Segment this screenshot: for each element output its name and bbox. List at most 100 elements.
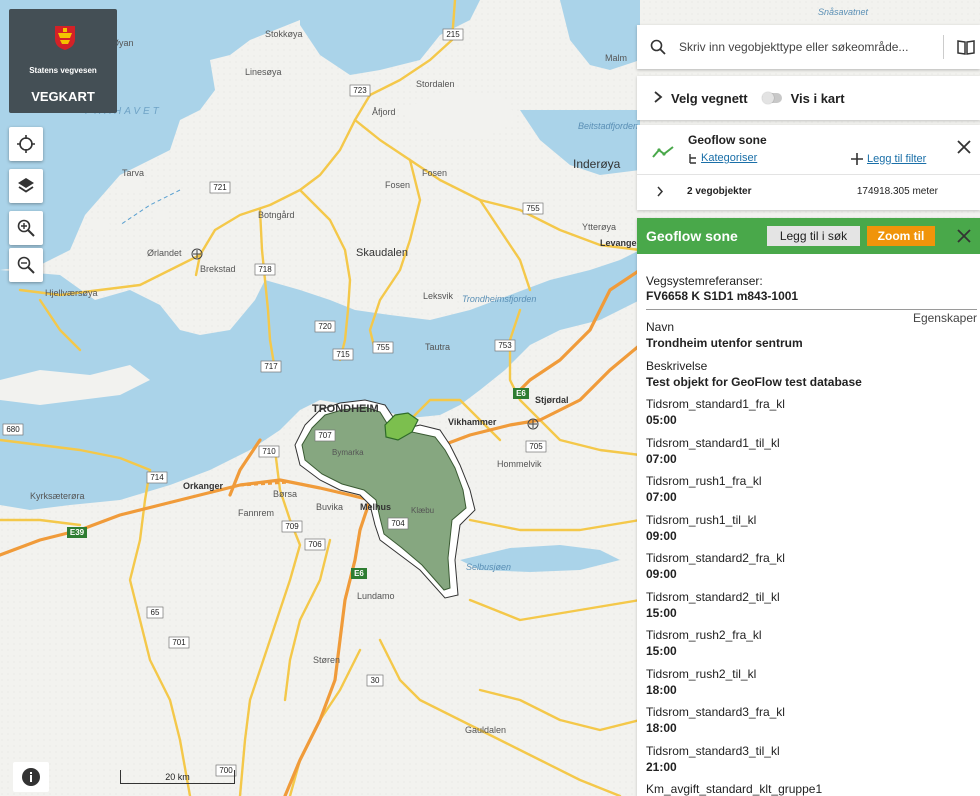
select-road-network-label[interactable]: Velg vegnett (671, 91, 748, 106)
property-key: Tidsrom_standard2_til_kl (646, 589, 780, 604)
svg-text:709: 709 (285, 522, 299, 531)
coat-of-arms-icon (55, 26, 75, 50)
e-road-shield: E39 (67, 527, 87, 538)
property-item: Navn Trondheim utenfor sentrum (646, 320, 980, 359)
road-reference-value[interactable]: FV6658 K S1D1 m843-1001 (646, 289, 980, 303)
property-item: Tidsrom_rush2_til_kl 18:00 (646, 667, 980, 706)
svg-text:720: 720 (318, 322, 332, 331)
road-shield: 704 (387, 517, 409, 530)
property-value: 05:00 (646, 413, 677, 427)
place-label: Botngård (258, 210, 295, 220)
place-label: Linesøya (245, 67, 282, 77)
place-label: Skaudalen (356, 247, 408, 259)
road-shield: 753 (494, 339, 516, 352)
property-value: 07:00 (646, 490, 677, 504)
road-shield: 215 (442, 28, 464, 41)
property-item: Tidsrom_standard1_fra_kl 05:00 (646, 397, 980, 436)
add-filter-link[interactable]: Legg til filter (850, 152, 926, 166)
place-label: Levanger (600, 238, 641, 248)
search-icon (637, 39, 679, 55)
search-input[interactable] (679, 40, 935, 54)
svg-text:701: 701 (172, 638, 186, 647)
place-label: Selbusjøen (466, 562, 511, 572)
info-button[interactable] (13, 762, 49, 792)
place-label: Hjellværsøya (45, 288, 98, 298)
place-label: Inderøya (573, 157, 621, 171)
property-item: Tidsrom_standard1_til_kl 07:00 (646, 436, 980, 475)
road-shield: 718 (254, 263, 276, 276)
place-label: Hommelvik (497, 459, 542, 469)
object-count: 2 vegobjekter (687, 186, 752, 197)
property-key: Tidsrom_rush1_fra_kl (646, 474, 762, 488)
chevron-right-icon[interactable] (653, 90, 663, 106)
place-label: Stjørdal (535, 395, 569, 405)
org-name: Statens vegvesen (29, 66, 97, 75)
property-item: Tidsrom_rush2_fra_kl 15:00 (646, 628, 980, 667)
svg-text:721: 721 (213, 183, 227, 192)
property-value: 07:00 (646, 451, 677, 466)
crosshair-icon (17, 135, 35, 153)
place-label: Melhus (360, 502, 391, 512)
place-label: Åfjord (372, 107, 396, 117)
close-icon[interactable] (956, 228, 972, 244)
info-icon (22, 768, 40, 786)
road-shield: 720 (314, 320, 336, 333)
layers-icon (18, 178, 34, 193)
svg-text:E39: E39 (70, 528, 85, 537)
road-shield: 710 (258, 445, 280, 458)
close-icon[interactable] (956, 139, 972, 155)
zoom-out-icon (17, 256, 35, 274)
locate-button[interactable] (9, 127, 43, 161)
app-name: VEGKART (31, 89, 95, 104)
chevron-right-icon (657, 186, 664, 197)
property-key: Tidsrom_standard2_fra_kl (646, 551, 785, 565)
show-in-map-toggle[interactable] (761, 92, 782, 104)
airport-icon (527, 418, 539, 430)
property-item: Tidsrom_standard2_fra_kl 09:00 (646, 551, 980, 590)
zoom-in-icon (17, 219, 35, 237)
property-item: Tidsrom_standard3_fra_kl 18:00 (646, 705, 980, 744)
search-bar (637, 25, 980, 69)
svg-text:215: 215 (446, 30, 460, 39)
categorize-link[interactable]: Kategoriser (688, 152, 757, 164)
zoom-to-button[interactable]: Zoom til (867, 226, 935, 246)
road-shield: 705 (525, 440, 547, 453)
road-shield: 755 (372, 341, 394, 354)
object-detail-panel: Geoflow sone Legg til i søk Zoom til Veg… (637, 218, 980, 796)
book-icon[interactable] (952, 39, 980, 55)
object-count-row[interactable]: 2 vegobjekter 174918.305 meter (637, 175, 980, 210)
add-to-search-button[interactable]: Legg til i søk (767, 226, 860, 246)
divider (646, 309, 977, 310)
zoom-in-button[interactable] (9, 211, 43, 245)
place-label: Stordalen (416, 79, 455, 89)
object-length: 174918.305 meter (856, 186, 938, 197)
property-value: 09:00 (646, 567, 677, 581)
property-key: Tidsrom_standard3_til_kl (646, 743, 780, 758)
property-item: Km_avgift_standard_klt_gruppe1 (646, 782, 980, 796)
road-shield: 709 (281, 520, 303, 533)
place-label: Brekstad (200, 264, 236, 274)
road-network-bar: Velg vegnett Vis i kart (637, 76, 980, 120)
detail-title: Geoflow sone (646, 228, 738, 244)
svg-text:704: 704 (391, 519, 405, 528)
place-label: Klæbu (411, 506, 434, 515)
plus-icon (851, 153, 863, 165)
place-label: Beitstadfjorden (578, 121, 638, 131)
svg-text:680: 680 (6, 425, 20, 434)
svg-text:755: 755 (526, 204, 540, 213)
property-value: 15:00 (646, 605, 677, 620)
object-type-card: Geoflow sone Kategoriser Legg til filter… (637, 125, 980, 210)
layers-button[interactable] (9, 169, 43, 203)
scale-bar: 20 km (120, 770, 235, 784)
brand-logo[interactable]: Statens vegvesen VEGKART (9, 9, 117, 113)
property-key: Tidsrom_rush1_til_kl (646, 512, 757, 527)
zoom-out-button[interactable] (9, 248, 43, 282)
svg-text:30: 30 (371, 676, 380, 685)
property-key: Tidsrom_standard1_fra_kl (646, 397, 785, 411)
svg-text:706: 706 (308, 540, 322, 549)
place-label: Gauldalen (465, 725, 506, 735)
place-label: Støren (313, 655, 340, 665)
airport-icon (191, 248, 203, 260)
svg-text:755: 755 (376, 343, 390, 352)
svg-text:705: 705 (529, 442, 543, 451)
